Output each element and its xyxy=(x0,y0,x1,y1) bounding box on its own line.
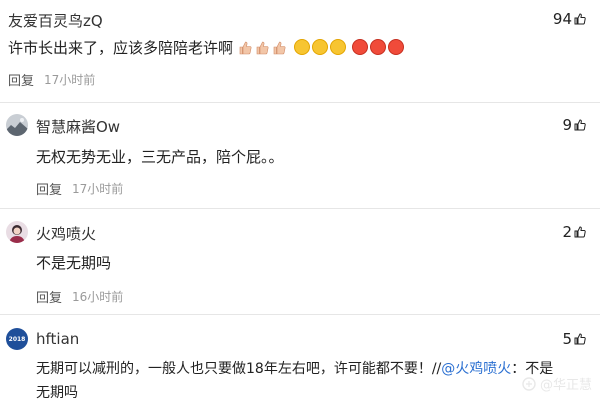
emoji-thumbs-up-icon xyxy=(238,39,294,57)
avatar[interactable] xyxy=(6,221,28,243)
avatar[interactable]: 2018 xyxy=(6,328,28,350)
comment-meta: 回复 17小时前 xyxy=(8,70,95,89)
comment-text-prefix: 无期可以减刑的，一般人也只要做18年左右吧，许可能都不要！// xyxy=(36,361,442,377)
comment-username[interactable]: hftian xyxy=(36,330,79,348)
like-icon[interactable] xyxy=(574,333,586,345)
comment-text: 许市长出来了，应该多陪陪老许啊 xyxy=(8,36,406,60)
reply-button[interactable]: 回复 xyxy=(8,70,34,89)
comment-text-line2: 无期吗 xyxy=(36,385,78,401)
reply-button[interactable]: 回复 xyxy=(36,287,62,306)
comment-time: 17小时前 xyxy=(44,73,96,87)
like-count-value: 2 xyxy=(562,223,572,241)
like-count[interactable]: 2 xyxy=(562,223,586,241)
like-icon[interactable] xyxy=(574,226,586,238)
watermark: @华正慧 xyxy=(522,374,592,393)
comment-meta: 回复 17小时前 xyxy=(36,179,123,198)
reply-button[interactable]: 回复 xyxy=(36,179,62,198)
comment-2: 智慧麻酱Ow 9 无权无势无业，三无产品，陪个屁。。 回复 17小时前 xyxy=(0,103,600,203)
like-count-value: 9 xyxy=(562,116,572,134)
like-icon[interactable] xyxy=(574,119,586,131)
emoji-laughing-icon xyxy=(293,39,353,57)
like-count[interactable]: 94 xyxy=(553,10,586,28)
like-count[interactable]: 9 xyxy=(562,116,586,134)
comment-text-body: 许市长出来了，应该多陪陪老许啊 xyxy=(8,39,234,57)
comment-text: 无期可以减刑的，一般人也只要做18年左右吧，许可能都不要！//@火鸡喷火：不是 xyxy=(36,357,553,381)
avatar[interactable] xyxy=(6,114,28,136)
emoji-grinning-icon xyxy=(352,39,406,57)
comment-username[interactable]: 智慧麻酱Ow xyxy=(36,116,120,137)
like-count-value: 94 xyxy=(552,10,572,28)
watermark-text: @华正慧 xyxy=(539,378,592,393)
comment-meta: 回复 16小时前 xyxy=(36,287,123,306)
avatar-label: 2018 xyxy=(8,335,26,343)
comment-username[interactable]: 火鸡喷火 xyxy=(36,223,96,244)
comment-4: 2018 hftian 5 无期可以减刑的，一般人也只要做18年左右吧，许可能都… xyxy=(0,315,600,413)
comment-3: 火鸡喷火 2 不是无期吗 回复 16小时前 xyxy=(0,209,600,309)
comment-text: 无权无势无业，三无产品，陪个屁。。 xyxy=(36,148,284,166)
like-icon[interactable] xyxy=(574,13,586,25)
comment-text: 不是无期吗 xyxy=(36,254,112,272)
mention-link[interactable]: @火鸡喷火 xyxy=(441,361,511,377)
like-count[interactable]: 5 xyxy=(562,330,586,348)
comment-username[interactable]: 友爱百灵鸟zQ xyxy=(8,10,103,31)
comment-time: 17小时前 xyxy=(72,182,124,196)
comment-1: 友爱百灵鸟zQ 94 许市长出来了，应该多陪陪老许啊 回复 17小时前 xyxy=(0,0,600,100)
comment-time: 16小时前 xyxy=(72,290,124,304)
watermark-logo-icon xyxy=(522,376,536,391)
like-count-value: 5 xyxy=(562,330,572,348)
